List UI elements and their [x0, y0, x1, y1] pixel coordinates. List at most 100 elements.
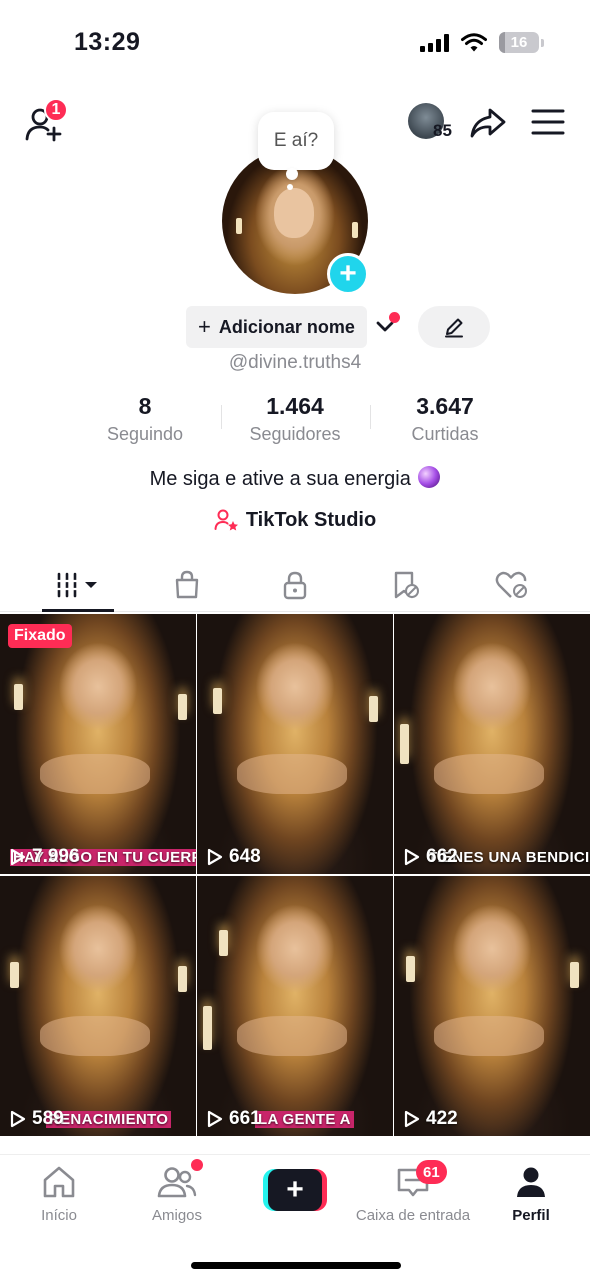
- friends-icon: [157, 1167, 197, 1198]
- candle: [570, 962, 579, 988]
- view-count: 661: [229, 1108, 261, 1129]
- candle: [14, 684, 23, 710]
- add-avatar-button[interactable]: +: [327, 253, 369, 295]
- profile-tabs: [0, 560, 590, 612]
- active-tab-indicator: [42, 609, 114, 612]
- video-tile[interactable]: 422: [394, 876, 590, 1136]
- video-grid: Fixado HAY ALGO EN TU CUERPO QUE 7.996 6…: [0, 614, 590, 1154]
- crystal-ball-icon: [418, 466, 441, 488]
- stat-value: 8: [138, 393, 152, 419]
- nav-profile-label: Perfil: [512, 1207, 550, 1224]
- hands: [237, 1016, 347, 1056]
- play-icon: [10, 848, 26, 866]
- profile-person-icon: [517, 1167, 545, 1197]
- nav-friends-label: Amigos: [151, 1207, 203, 1224]
- stat-following[interactable]: 8 Seguindo: [95, 393, 195, 445]
- add-name-button[interactable]: + Adicionar nome: [186, 306, 367, 348]
- edit-profile-button[interactable]: [418, 306, 490, 348]
- view-count: 648: [229, 846, 261, 867]
- studio-label: TikTok Studio: [245, 508, 377, 531]
- name-row: + Adicionar nome: [186, 306, 403, 348]
- hands: [434, 1016, 544, 1056]
- tab-videos[interactable]: [42, 560, 114, 610]
- battery-level: 16: [510, 34, 528, 51]
- lock-icon: [283, 571, 307, 600]
- avatar-face: [274, 188, 314, 238]
- play-icon: [404, 1110, 420, 1128]
- video-views: 589: [10, 1108, 64, 1130]
- stat-divider: [370, 405, 371, 429]
- video-tile[interactable]: 648: [197, 614, 393, 874]
- battery-cap: [541, 38, 544, 47]
- tab-favorites[interactable]: [373, 560, 437, 610]
- heart-hidden-icon: [495, 571, 527, 598]
- tab-liked[interactable]: [480, 560, 544, 610]
- hands: [40, 1016, 150, 1056]
- view-count: 589: [32, 1108, 64, 1129]
- play-icon: [10, 1110, 26, 1128]
- username: @divine.truths4: [228, 352, 362, 373]
- hamburger-menu-icon: [531, 109, 565, 135]
- stat-followers[interactable]: 1.464 Seguidores: [235, 393, 355, 445]
- share-profile-button[interactable]: [468, 103, 508, 143]
- hands: [434, 754, 544, 794]
- status-icons: 16: [420, 32, 544, 53]
- video-tile[interactable]: TIENES UNA BENDICIÓN 662: [394, 614, 590, 874]
- create-button[interactable]: +: [263, 1169, 327, 1211]
- nav-profile[interactable]: Perfil: [496, 1165, 566, 1224]
- profile-views-button[interactable]: 85: [408, 103, 464, 143]
- view-count: 422: [426, 1108, 458, 1129]
- inbox-badge: 61: [416, 1160, 447, 1184]
- tab-shop[interactable]: [155, 560, 219, 610]
- plus-icon: +: [198, 314, 211, 339]
- account-switch-button[interactable]: [367, 306, 403, 348]
- hands: [237, 754, 347, 794]
- add-friend-badge: 1: [44, 98, 68, 122]
- menu-button[interactable]: [530, 107, 566, 137]
- bubble-dot: [287, 184, 293, 190]
- pencil-icon: [445, 318, 463, 338]
- video-views: 661: [207, 1108, 261, 1130]
- bookmark-hidden-icon: [394, 571, 419, 599]
- add-friend-button[interactable]: 1: [24, 98, 68, 143]
- candle: [203, 1006, 212, 1050]
- status-bubble[interactable]: E aí?: [258, 112, 334, 170]
- stat-label: Seguidores: [249, 424, 341, 444]
- video-tile[interactable]: RENACIMIENTO 589: [0, 876, 196, 1136]
- nav-inbox-label: Caixa de entrada: [355, 1207, 471, 1224]
- avatar-candle: [236, 218, 242, 234]
- avatar-candle: [352, 222, 358, 238]
- video-tile[interactable]: Fixado HAY ALGO EN TU CUERPO QUE 7.996: [0, 614, 196, 874]
- candle: [369, 696, 378, 722]
- tiktok-studio-link[interactable]: TikTok Studio: [0, 508, 590, 532]
- status-time: 13:29: [74, 28, 141, 56]
- profile-bio: Me siga e ative a sua energia: [0, 466, 590, 491]
- play-icon: [404, 848, 420, 866]
- share-arrow-icon: [470, 108, 506, 138]
- view-count: 662: [426, 846, 458, 867]
- video-views: 7.996: [10, 846, 80, 868]
- candle: [219, 930, 228, 956]
- nav-home[interactable]: Início: [24, 1165, 94, 1224]
- tab-private[interactable]: [263, 560, 327, 610]
- profile-views-count: 85: [433, 121, 452, 140]
- home-icon: [43, 1166, 75, 1198]
- bio-text: Me siga e ative a sua energia: [149, 468, 411, 490]
- stat-likes[interactable]: 3.647 Curtidas: [395, 393, 495, 445]
- battery-icon: 16: [499, 32, 539, 53]
- nav-inbox[interactable]: Caixa de entrada: [350, 1165, 476, 1224]
- wifi-icon: [461, 32, 487, 51]
- bubble-tail: [286, 168, 298, 180]
- stat-divider: [221, 405, 222, 429]
- nav-home-label: Início: [41, 1207, 77, 1224]
- video-caption: RENACIMIENTO: [46, 1111, 172, 1128]
- view-count: 7.996: [32, 846, 80, 867]
- play-icon: [207, 1110, 223, 1128]
- stat-label: Curtidas: [411, 424, 479, 444]
- home-indicator: [191, 1262, 401, 1269]
- add-name-label: Adicionar nome: [218, 316, 355, 337]
- nav-friends[interactable]: Amigos: [142, 1165, 212, 1224]
- video-tile[interactable]: LA GENTE A 661: [197, 876, 393, 1136]
- stat-value: 1.464: [266, 393, 324, 419]
- candle: [400, 724, 409, 764]
